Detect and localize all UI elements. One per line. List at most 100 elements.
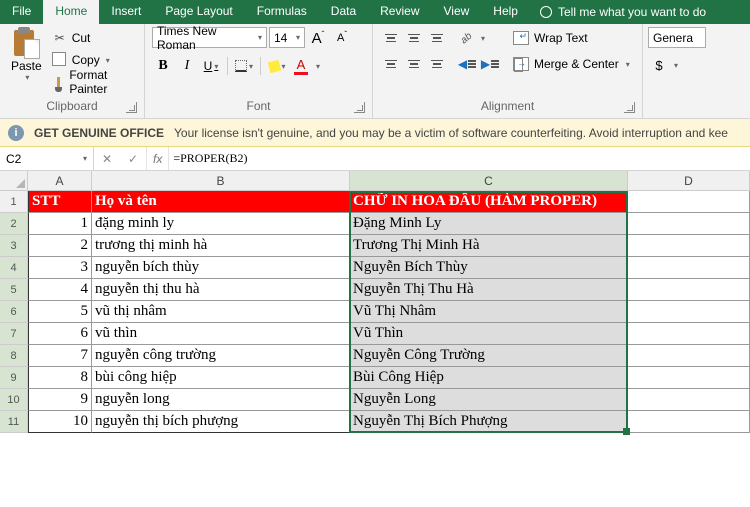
cell[interactable]: Nguyễn Long <box>350 389 628 411</box>
select-all-button[interactable] <box>0 171 28 191</box>
fill-color-button[interactable]: ▾ <box>266 55 288 77</box>
cell[interactable]: CHỮ IN HOA ĐẦU (HÀM PROPER) <box>350 191 628 213</box>
cell[interactable]: nguyễn long <box>92 389 350 411</box>
merge-center-button[interactable]: Merge & Center▾ <box>509 53 634 75</box>
row-header[interactable]: 10 <box>0 389 28 411</box>
dialog-launcher-icon[interactable] <box>126 102 137 113</box>
decrease-font-button[interactable]: Aˇ <box>331 27 353 49</box>
chevron-down-icon[interactable]: ▾ <box>316 62 320 71</box>
tab-home[interactable]: Home <box>43 0 99 24</box>
formula-input[interactable]: =PROPER(B2) <box>169 151 251 166</box>
tab-help[interactable]: Help <box>481 0 530 24</box>
row-header[interactable]: 8 <box>0 345 28 367</box>
cell[interactable]: Đặng Minh Ly <box>350 213 628 235</box>
dialog-launcher-icon[interactable] <box>624 102 635 113</box>
cell[interactable]: nguyễn bích thùy <box>92 257 350 279</box>
cell[interactable] <box>628 191 750 213</box>
orientation-button[interactable] <box>456 27 478 49</box>
cell[interactable]: Nguyễn Bích Thùy <box>350 257 628 279</box>
cell[interactable]: Bùi Công Hiệp <box>350 367 628 389</box>
underline-button[interactable]: U▾ <box>200 55 222 77</box>
cell[interactable]: 3 <box>28 257 92 279</box>
align-center-button[interactable] <box>403 53 425 75</box>
name-box[interactable]: C2▾ <box>0 147 94 170</box>
font-name-select[interactable]: Times New Roman▾ <box>152 27 267 48</box>
font-size-select[interactable]: 14▾ <box>269 27 305 48</box>
italic-button[interactable]: I <box>176 55 198 77</box>
cell[interactable]: nguyễn thị bích phượng <box>92 411 350 433</box>
cell[interactable]: vũ thìn <box>92 323 350 345</box>
wrap-text-button[interactable]: Wrap Text <box>509 27 634 49</box>
cell[interactable]: Nguyễn Thị Bích Phượng <box>350 411 628 433</box>
cut-button[interactable]: ✂ Cut <box>52 27 137 49</box>
col-header-C[interactable]: C <box>350 171 628 191</box>
align-right-button[interactable] <box>426 53 448 75</box>
row-header[interactable]: 2 <box>0 213 28 235</box>
cell[interactable]: 8 <box>28 367 92 389</box>
cell[interactable]: bùi công hiệp <box>92 367 350 389</box>
cell[interactable]: Nguyễn Thị Thu Hà <box>350 279 628 301</box>
cell[interactable]: nguyễn thị thu hà <box>92 279 350 301</box>
tab-review[interactable]: Review <box>368 0 431 24</box>
col-header-D[interactable]: D <box>628 171 750 191</box>
cell[interactable]: đặng minh ly <box>92 213 350 235</box>
cell[interactable]: Vũ Thị Nhâm <box>350 301 628 323</box>
align-bottom-button[interactable] <box>426 27 448 49</box>
cell[interactable]: 6 <box>28 323 92 345</box>
row-header[interactable]: 11 <box>0 411 28 433</box>
border-button[interactable]: ▾ <box>233 55 255 77</box>
align-top-button[interactable] <box>380 27 402 49</box>
cell[interactable] <box>628 323 750 345</box>
cell[interactable] <box>628 301 750 323</box>
align-middle-button[interactable] <box>403 27 425 49</box>
increase-font-button[interactable]: Aˆ <box>307 27 329 49</box>
col-header-A[interactable]: A <box>28 171 92 191</box>
enter-formula-button[interactable]: ✓ <box>120 152 146 166</box>
number-format-select[interactable]: Genera <box>648 27 706 48</box>
cell[interactable]: Trương Thị Minh Hà <box>350 235 628 257</box>
format-painter-button[interactable]: Format Painter <box>52 71 137 93</box>
chevron-down-icon[interactable]: ▾ <box>481 34 485 43</box>
cell[interactable]: 1 <box>28 213 92 235</box>
currency-button[interactable]: $ <box>648 54 670 76</box>
cell[interactable] <box>628 411 750 433</box>
cell[interactable]: 2 <box>28 235 92 257</box>
cell[interactable] <box>628 367 750 389</box>
fx-icon[interactable]: fx <box>147 152 168 166</box>
cell[interactable] <box>628 235 750 257</box>
row-header[interactable]: 1 <box>0 191 28 213</box>
cell[interactable]: nguyễn công trường <box>92 345 350 367</box>
increase-indent-button[interactable]: ▶ <box>479 53 501 75</box>
cell[interactable]: 10 <box>28 411 92 433</box>
tab-insert[interactable]: Insert <box>99 0 153 24</box>
cell[interactable]: Vũ Thìn <box>350 323 628 345</box>
align-left-button[interactable] <box>380 53 402 75</box>
tab-formulas[interactable]: Formulas <box>245 0 319 24</box>
cell[interactable]: Họ và tên <box>92 191 350 213</box>
row-header[interactable]: 9 <box>0 367 28 389</box>
col-header-B[interactable]: B <box>92 171 350 191</box>
cell[interactable]: 7 <box>28 345 92 367</box>
tab-view[interactable]: View <box>432 0 482 24</box>
cell[interactable] <box>628 213 750 235</box>
dialog-launcher-icon[interactable] <box>354 102 365 113</box>
chevron-down-icon[interactable]: ▾ <box>674 61 678 70</box>
tell-me-search[interactable]: Tell me what you want to do <box>530 0 716 24</box>
cell[interactable]: vũ thị nhâm <box>92 301 350 323</box>
cell[interactable] <box>628 345 750 367</box>
paste-button[interactable]: Paste ▾ <box>7 27 46 82</box>
cell[interactable]: 5 <box>28 301 92 323</box>
font-color-button[interactable]: A <box>290 55 312 77</box>
cell[interactable] <box>628 389 750 411</box>
row-header[interactable]: 6 <box>0 301 28 323</box>
cell[interactable]: 4 <box>28 279 92 301</box>
cell[interactable]: 9 <box>28 389 92 411</box>
tab-page-layout[interactable]: Page Layout <box>153 0 244 24</box>
tab-file[interactable]: File <box>0 0 43 24</box>
tab-data[interactable]: Data <box>319 0 368 24</box>
cell[interactable]: Nguyễn Công Trường <box>350 345 628 367</box>
decrease-indent-button[interactable]: ◀ <box>456 53 478 75</box>
cell[interactable] <box>628 279 750 301</box>
bold-button[interactable]: B <box>152 55 174 77</box>
cell[interactable] <box>628 257 750 279</box>
